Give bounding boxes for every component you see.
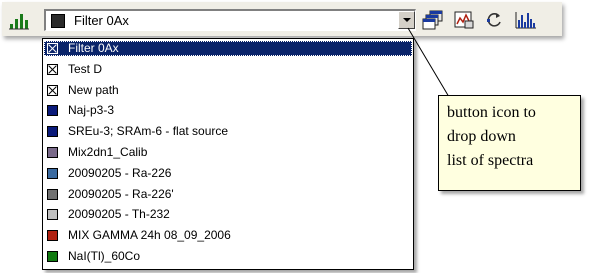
callout-line-2: drop down — [447, 128, 516, 145]
annotation-callout: button icon to drop down list of spectra — [438, 95, 581, 191]
callout-line-1: button icon to — [447, 104, 536, 121]
callout-line-3: list of spectra — [447, 152, 534, 169]
